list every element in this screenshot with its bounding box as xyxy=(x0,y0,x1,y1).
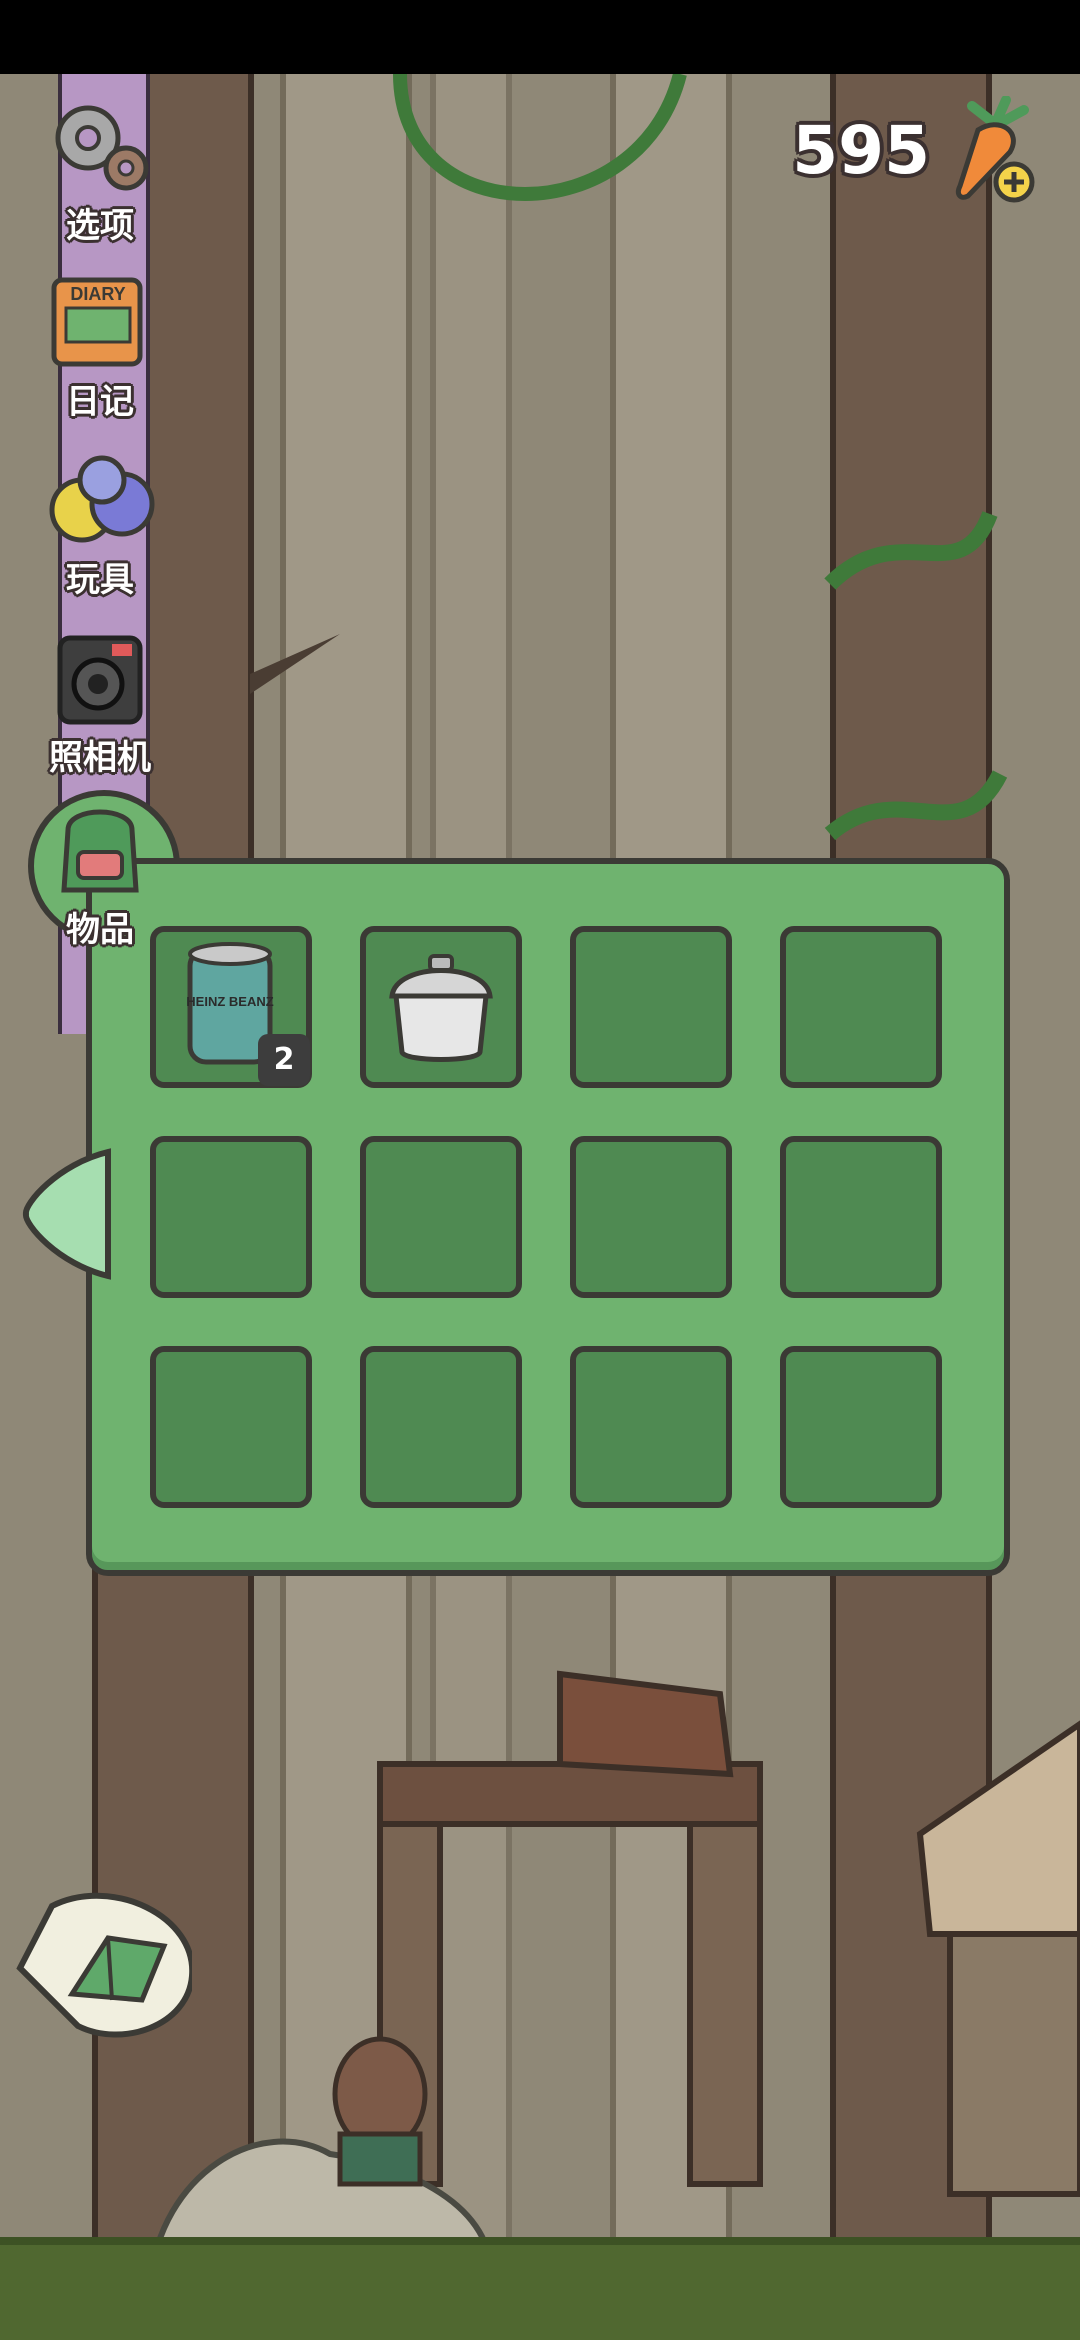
gears-icon xyxy=(40,96,160,196)
status-bar xyxy=(0,0,1080,74)
menu-toys-label: 玩具 xyxy=(66,560,134,600)
menu-diary-label: 日记 xyxy=(66,382,134,422)
inventory-slot-12[interactable] xyxy=(780,1346,942,1508)
inventory-slot-3[interactable] xyxy=(570,926,732,1088)
inventory-slot-6[interactable] xyxy=(360,1136,522,1298)
collapse-arrow-icon[interactable] xyxy=(18,1144,118,1284)
camera-icon xyxy=(40,628,160,728)
menu-diary[interactable]: DIARY 日记 xyxy=(20,272,180,423)
menu-options[interactable]: 选项 xyxy=(20,96,180,247)
carrot-add-icon[interactable] xyxy=(950,96,1040,206)
menu-camera[interactable]: 照相机 xyxy=(20,628,180,779)
grass-ground xyxy=(0,2237,1080,2340)
inventory-slot-10[interactable] xyxy=(360,1346,522,1508)
item-count-badge: 2 xyxy=(258,1034,310,1086)
can-label: HEINZ BEANZ xyxy=(186,994,273,1009)
inventory-slot-1[interactable]: HEINZ BEANZ 2 xyxy=(150,926,312,1088)
inventory-slot-8[interactable] xyxy=(780,1136,942,1298)
carrot-counter: 595 xyxy=(792,112,930,189)
inventory-slot-7[interactable] xyxy=(570,1136,732,1298)
inventory-slot-9[interactable] xyxy=(150,1346,312,1508)
inventory-slot-4[interactable] xyxy=(780,926,942,1088)
backpack-icon xyxy=(40,800,160,900)
diary-book-icon: DIARY xyxy=(40,272,160,372)
toy-balls-icon xyxy=(40,450,160,550)
menu-toys[interactable]: 玩具 xyxy=(20,450,180,601)
inventory-slot-2[interactable] xyxy=(360,926,522,1088)
inventory-slot-5[interactable] xyxy=(150,1136,312,1298)
rice-cooker-icon xyxy=(389,954,493,1062)
menu-camera-label: 照相机 xyxy=(49,738,151,778)
menu-options-label: 选项 xyxy=(66,206,134,246)
diary-cover-text: DIARY xyxy=(70,284,125,304)
inventory-slot-11[interactable] xyxy=(570,1346,732,1508)
tent-icon[interactable] xyxy=(12,1876,192,2046)
